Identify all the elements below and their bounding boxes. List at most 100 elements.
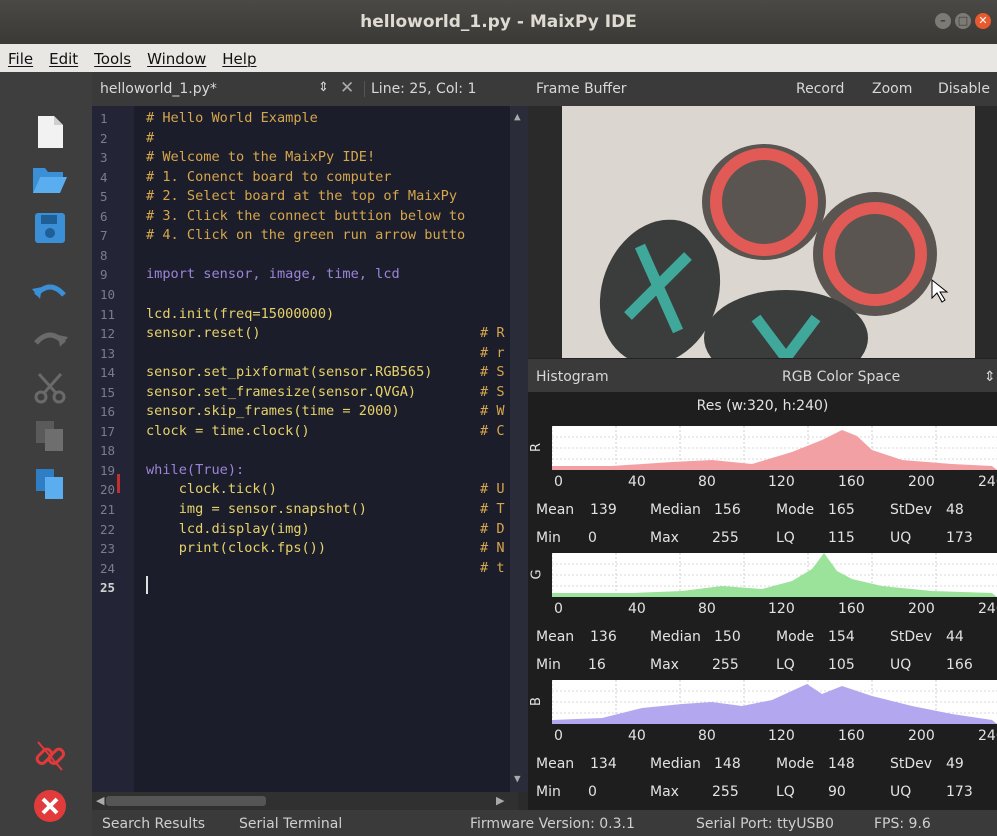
axis-tick: 40 [628,728,646,744]
stat-value-uq: 166 [946,657,973,673]
trailing-comment: # t [480,559,505,576]
cut-icon[interactable] [30,368,70,408]
stat-value-mode: 148 [828,756,855,772]
stat-label-lq: LQ [776,657,795,673]
stat-label-uq: UQ [890,657,912,673]
axis-tick: 200 [908,601,935,617]
stop-icon[interactable] [30,786,70,826]
histogram-plot [552,553,997,597]
stat-value-lq: 90 [828,784,846,800]
trailing-comment: # S [480,364,505,381]
code-line: # 3. Click the connect buttion below to [146,207,466,224]
scroll-right-icon[interactable]: ▶ [496,794,504,807]
axis-tick: 240 [978,474,997,490]
stat-value-max: 255 [712,784,739,800]
scroll-down-icon[interactable]: ▼ [514,772,521,785]
trailing-comment: # D [480,520,505,537]
code-line: # 2. Select board at the top of MaixPy [146,188,457,205]
line-number: 1 [100,111,108,126]
copy-icon[interactable] [30,416,70,456]
menu-bar: File Edit Tools Window Help [0,44,997,73]
scroll-up-icon[interactable]: ▲ [514,110,521,123]
new-file-icon[interactable] [30,112,70,152]
stat-label-mean: Mean [536,629,575,645]
line-number: 23 [100,541,116,557]
stat-label-min: Min [536,657,561,673]
camera-image [528,106,997,386]
paste-icon[interactable] [30,464,70,504]
line-number: 7 [100,228,108,244]
channel-label: B [528,697,544,706]
channel-label: R [529,442,545,453]
stat-value-mode: 154 [828,629,855,645]
histogram-channel-r: R 0 40 80 120 160 200 240 Mean 139 Median 156 Mode 16… [528,422,997,548]
redo-icon[interactable] [30,320,70,360]
menu-tools[interactable]: Tools [86,44,139,68]
axis-tick: 120 [768,474,795,490]
minimize-button[interactable]: – [935,13,951,29]
search-results-tab[interactable]: Search Results [102,816,205,832]
file-selector[interactable]: helloworld_1.py* [100,81,217,97]
stat-value-median: 150 [714,629,741,645]
line-number: 8 [100,247,108,263]
color-space-select[interactable]: RGB Color Space [782,369,900,385]
zoom-button[interactable]: Zoom [872,81,912,97]
histogram-plot [552,680,997,724]
maximize-button[interactable]: □ [955,13,971,29]
axis-tick: 160 [838,474,865,490]
color-space-arrows[interactable]: ⇕ [984,369,996,385]
line-number: 6 [100,208,108,224]
line-number: 13 [100,345,116,361]
editor-horizontal-scrollbar[interactable]: ◀ ▶ [92,792,518,810]
stat-label-uq: UQ [890,784,912,800]
file-switch-arrows[interactable]: ⇕ [318,80,329,95]
firmware-version: Firmware Version: 0.3.1 [470,816,635,832]
close-file-icon[interactable]: ✕ [340,78,354,98]
histogram-plot [552,426,997,470]
stat-label-mean: Mean [536,756,575,772]
code-line: sensor.set_pixformat(sensor.RGB565) [146,364,433,381]
stat-value-lq: 105 [828,657,855,673]
disable-button[interactable]: Disable [938,81,990,97]
code-line: # 1. Conenct board to computer [146,168,392,185]
stat-value-median: 156 [714,502,741,518]
histogram-panel: Res (w:320, h:240) R04080120160200240Mea… [528,392,997,810]
record-button[interactable]: Record [796,81,844,97]
line-number: 18 [100,443,116,459]
menu-window[interactable]: Window [139,44,214,68]
open-folder-icon[interactable] [30,160,70,200]
axis-tick: 40 [628,474,646,490]
histogram-channel-g: G 0 40 80 120 160 200 240 Mean 136 Median 150 Mode 15… [528,549,997,675]
line-number: 2 [100,130,108,146]
disconnect-icon[interactable] [30,736,70,776]
title-bar: helloworld_1.py - MaixPy IDE – □ ✕ [0,0,997,44]
code-line: img = sensor.snapshot() [146,501,367,517]
trailing-comment: # U [480,481,505,498]
stat-value-stdev: 44 [946,629,964,645]
code-line: clock.tick() [146,481,277,498]
menu-file[interactable]: File [0,44,41,68]
horizontal-scroll-thumb[interactable] [106,796,266,806]
axis-tick: 240 [978,601,997,617]
close-window-button[interactable]: ✕ [975,13,991,29]
menu-edit[interactable]: Edit [41,44,86,68]
stat-label-max: Max [650,657,679,673]
axis-tick: 160 [838,728,865,744]
serial-terminal-tab[interactable]: Serial Terminal [239,816,342,832]
code-line: import sensor, image, time, lcd [146,266,400,283]
line-number: 16 [100,404,116,420]
histogram-channel-b: B 0 40 80 120 160 200 240 Mean 134 Median 148 Mode 14… [528,676,997,802]
code-line: lcd.init(freq=15000000) [146,305,335,322]
stat-value-stdev: 48 [946,502,964,518]
stat-value-uq: 173 [946,530,973,546]
scroll-left-icon[interactable]: ◀ [96,794,104,807]
code-line: # 4. Click on the green run arrow butto [146,227,466,244]
code-line: sensor.skip_frames(time = 2000) [146,403,400,420]
menu-help[interactable]: Help [214,44,264,68]
editor-vertical-scrollbar[interactable]: ▲ ▼ [510,106,528,792]
code-editor[interactable]: 1 2 3 4 5 6 7 8 9 10 11 12 13 14 15 16 17 18 19 20 21 22 23 24 2… [92,106,528,792]
undo-icon[interactable] [30,272,70,312]
save-icon[interactable] [30,208,70,248]
stat-value-mean: 139 [590,502,617,518]
stat-value-mean: 136 [590,629,617,645]
